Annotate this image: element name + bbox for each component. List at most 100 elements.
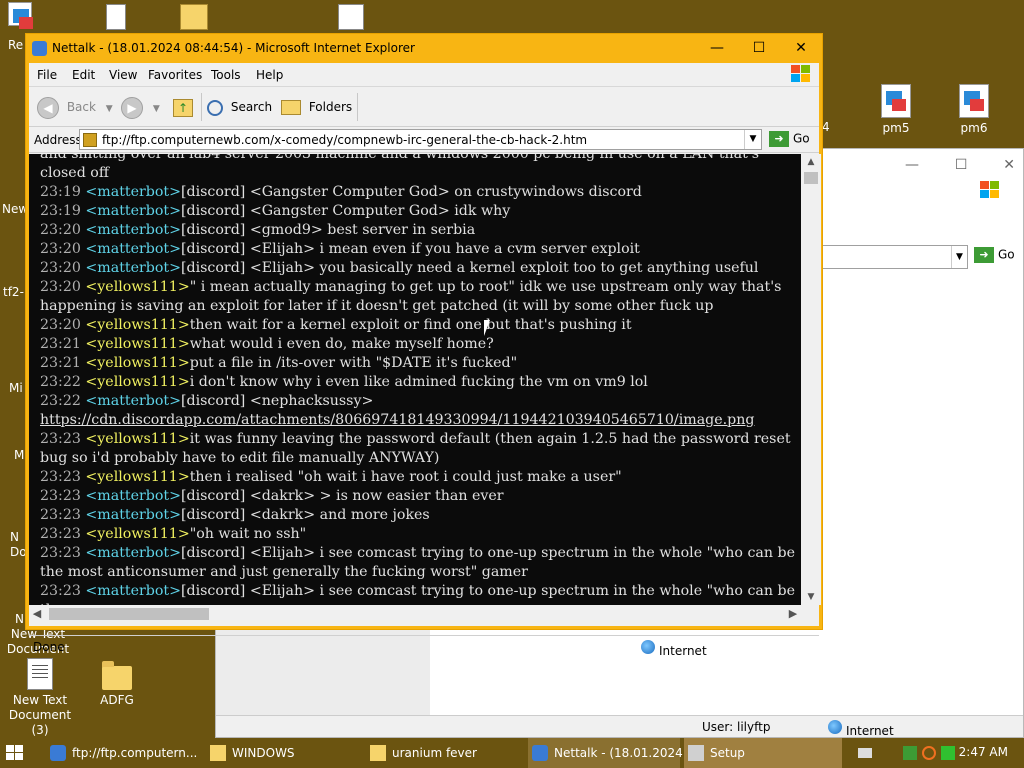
scroll-thumb[interactable] bbox=[49, 608, 209, 620]
chat-line: and shitting over an lab4 server 2003 ma… bbox=[40, 154, 796, 183]
scroll-up-icon[interactable]: ▲ bbox=[801, 154, 821, 170]
keyboard-icon[interactable] bbox=[858, 748, 872, 758]
menu-favorites[interactable]: Favorites bbox=[148, 68, 202, 82]
scroll-left-icon[interactable]: ◀ bbox=[29, 605, 45, 623]
status-zone: Internet bbox=[828, 720, 894, 738]
taskbar-item-uranium-fever[interactable]: uranium fever bbox=[366, 738, 526, 768]
desktop-icon-pm6[interactable]: pm6 bbox=[936, 84, 1012, 136]
desktop-icon-adfg[interactable]: ADFG bbox=[79, 658, 155, 708]
taskbar-item-ftp[interactable]: ftp://ftp.computern... bbox=[46, 738, 204, 768]
search-icon bbox=[207, 99, 223, 116]
taskbar-item-windows[interactable]: WINDOWS bbox=[206, 738, 360, 768]
desktop-zip-icon[interactable] bbox=[180, 4, 208, 30]
taskbar: ftp://ftp.computern... WINDOWS uranium f… bbox=[0, 738, 1024, 768]
recycle-bin-icon-top[interactable] bbox=[0, 2, 40, 29]
chat-timestamp: 23:19 bbox=[40, 184, 86, 200]
windows-logo-icon bbox=[791, 65, 813, 85]
chat-line: 23:19 <matterbot>[discord] <Gangster Com… bbox=[40, 183, 796, 202]
up-folder-icon: ↑ bbox=[173, 98, 193, 117]
chat-link[interactable]: https://cdn.discordapp.com/attachments/8… bbox=[40, 412, 754, 428]
setup-icon bbox=[688, 745, 704, 761]
windows-logo-icon bbox=[980, 181, 1002, 201]
desktop-icon-new-text-doc-3[interactable]: New Text Document (3) bbox=[2, 658, 78, 738]
chevron-down-icon[interactable]: ▼ bbox=[744, 130, 761, 149]
chat-nick: <matterbot> bbox=[85, 203, 181, 219]
ie-icon bbox=[50, 745, 66, 761]
title-bar[interactable]: Nettalk - (18.01.2024 08:44:54) - Micros… bbox=[26, 34, 822, 63]
chat-message: [discord] <Elijah> you basically need a … bbox=[181, 260, 759, 276]
chat-line: 23:23 <matterbot>[discord] <dakrk> and m… bbox=[40, 506, 796, 525]
menu-view[interactable]: View bbox=[109, 68, 137, 82]
chat-nick: <matterbot> bbox=[85, 545, 181, 561]
close-icon[interactable]: ✕ bbox=[1003, 157, 1015, 173]
chat-nick: <yellows111> bbox=[85, 317, 190, 333]
vertical-scrollbar[interactable]: ▲ ▼ bbox=[801, 154, 821, 605]
app-file-icon bbox=[881, 84, 911, 118]
minimize-icon[interactable]: — bbox=[905, 157, 919, 173]
chat-nick: <matterbot> bbox=[85, 507, 181, 523]
chat-message: put a file in /its-over with "$DATE it's… bbox=[189, 355, 518, 371]
page-content[interactable]: and shitting over an lab4 server 2003 ma… bbox=[29, 154, 801, 605]
search-icon[interactable] bbox=[922, 746, 936, 760]
back-button[interactable]: ◀ Back ▼ bbox=[37, 95, 113, 119]
chat-message: [discord] <nephacksussy> bbox=[181, 393, 374, 409]
search-button[interactable]: Search bbox=[207, 95, 272, 119]
chat-timestamp: 23:23 bbox=[40, 507, 86, 523]
ie-window[interactable]: Nettalk - (18.01.2024 08:44:54) - Micros… bbox=[25, 33, 823, 658]
horizontal-scrollbar[interactable]: ◀ ▶ bbox=[29, 605, 801, 623]
menu-file[interactable]: File bbox=[37, 68, 57, 82]
recycle-bin-icon bbox=[8, 2, 33, 29]
scroll-right-icon[interactable]: ▶ bbox=[785, 605, 801, 623]
taskbar-item-setup[interactable]: Setup bbox=[684, 738, 842, 768]
maximize-icon[interactable]: ☐ bbox=[955, 157, 968, 173]
chevron-down-icon[interactable]: ▼ bbox=[106, 104, 113, 114]
chat-line: 23:21 <yellows111>what would i even do, … bbox=[40, 335, 796, 354]
maximize-button[interactable]: ☐ bbox=[738, 34, 780, 63]
chat-line: 23:23 <yellows111>then i realised "oh wa… bbox=[40, 468, 796, 487]
forward-button[interactable]: ▶ ▼ bbox=[121, 95, 160, 119]
folder-icon bbox=[102, 661, 132, 690]
chat-timestamp: 23:23 bbox=[40, 545, 86, 561]
desktop-icon-pm5[interactable]: pm5 bbox=[858, 84, 934, 136]
chat-message: [discord] <dakrk> and more jokes bbox=[181, 507, 430, 523]
address-field[interactable]: ▼ bbox=[816, 245, 968, 269]
scroll-thumb[interactable] bbox=[804, 172, 818, 184]
chat-line: 23:20 <matterbot>[discord] <Elijah> i me… bbox=[40, 240, 796, 259]
taskbar-item-nettalk[interactable]: Nettalk - (18.01.2024... bbox=[528, 738, 694, 768]
menu-help[interactable]: Help bbox=[256, 68, 283, 82]
minimize-button[interactable]: — bbox=[696, 34, 738, 63]
chat-timestamp: 23:20 bbox=[40, 241, 86, 257]
chevron-down-icon[interactable]: ▼ bbox=[951, 246, 967, 268]
status-user: User: lilyftp bbox=[702, 720, 771, 734]
chat-timestamp: 23:20 bbox=[40, 279, 86, 295]
start-button[interactable] bbox=[6, 745, 24, 761]
status-text: Done bbox=[33, 640, 65, 654]
menu-tools[interactable]: Tools bbox=[211, 68, 241, 82]
chat-timestamp: 23:20 bbox=[40, 260, 86, 276]
chat-timestamp: 23:19 bbox=[40, 203, 86, 219]
chat-timestamp: 23:20 bbox=[40, 317, 86, 333]
battery-icon[interactable] bbox=[941, 746, 955, 760]
desktop-label-re: Re bbox=[8, 38, 24, 52]
chevron-down-icon[interactable]: ▼ bbox=[153, 104, 160, 114]
menu-edit[interactable]: Edit bbox=[72, 68, 95, 82]
go-button[interactable]: ➜ Go bbox=[769, 131, 810, 147]
chat-message: and shitting over an lab4 server 2003 ma… bbox=[40, 154, 764, 181]
chat-timestamp: 23:20 bbox=[40, 222, 86, 238]
folders-button[interactable]: Folders bbox=[281, 95, 352, 119]
go-button[interactable]: ➜ Go bbox=[974, 247, 1015, 263]
network-icon[interactable] bbox=[903, 746, 917, 760]
chat-line: 23:23 <matterbot>[discord] <Elijah> i se… bbox=[40, 544, 796, 582]
close-button[interactable]: ✕ bbox=[780, 34, 822, 63]
back-arrow-icon: ◀ bbox=[37, 96, 59, 119]
chat-line: 23:22 <matterbot>[discord] <nephacksussy… bbox=[40, 392, 796, 430]
clock[interactable]: 2:47 AM bbox=[959, 745, 1008, 759]
folder-icon bbox=[370, 745, 386, 761]
address-input[interactable]: ftp://ftp.computernewb.com/x-comedy/comp… bbox=[79, 129, 762, 150]
chat-line: 23:23 <matterbot>[discord] <dakrk> > is … bbox=[40, 487, 796, 506]
scroll-down-icon[interactable]: ▼ bbox=[801, 589, 821, 605]
desktop-app-icon-top[interactable] bbox=[338, 4, 364, 30]
up-folder-button[interactable]: ↑ bbox=[173, 95, 193, 119]
folder-icon bbox=[210, 745, 226, 761]
desktop-doc-icon-1[interactable] bbox=[106, 4, 126, 30]
